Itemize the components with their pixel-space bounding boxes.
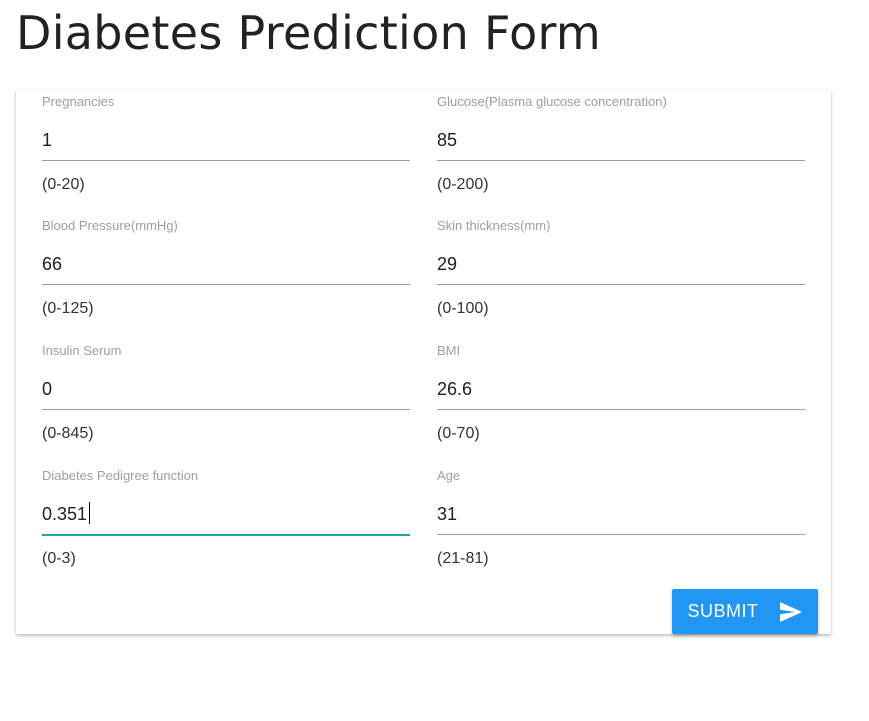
- page-title: Diabetes Prediction Form: [16, 6, 602, 60]
- skin-thickness-range-hint: (0-100): [437, 300, 489, 317]
- age-input[interactable]: [437, 494, 805, 535]
- glucose-range-hint: (0-200): [437, 176, 489, 193]
- blood-pressure-label: Blood Pressure(mmHg): [42, 218, 178, 233]
- bmi-input[interactable]: [437, 369, 805, 410]
- field-age: Age (21-81): [437, 464, 805, 582]
- text-cursor: [89, 502, 90, 524]
- insulin-serum-label: Insulin Serum: [42, 343, 122, 358]
- field-pregnancies: Pregnancies (0-20): [42, 90, 410, 208]
- skin-thickness-label: Skin thickness(mm): [437, 218, 551, 233]
- field-bmi: BMI (0-70): [437, 339, 805, 457]
- diabetes-pedigree-label: Diabetes Pedigree function: [42, 468, 199, 483]
- age-label: Age: [437, 468, 461, 483]
- prediction-form-card: Pregnancies (0-20) Glucose(Plasma glucos…: [16, 90, 831, 634]
- field-diabetes-pedigree: Diabetes Pedigree function (0-3): [42, 464, 410, 582]
- pregnancies-range-hint: (0-20): [42, 176, 85, 193]
- skin-thickness-input[interactable]: [437, 244, 805, 285]
- bmi-range-hint: (0-70): [437, 425, 480, 442]
- field-glucose: Glucose(Plasma glucose concentration) (0…: [437, 90, 805, 208]
- glucose-label: Glucose(Plasma glucose concentration): [437, 94, 667, 109]
- field-blood-pressure: Blood Pressure(mmHg) (0-125): [42, 214, 410, 332]
- insulin-serum-range-hint: (0-845): [42, 425, 94, 442]
- field-skin-thickness: Skin thickness(mm) (0-100): [437, 214, 805, 332]
- submit-label: SUBMIT: [687, 601, 759, 621]
- bmi-label: BMI: [437, 343, 461, 358]
- pregnancies-input[interactable]: [42, 120, 410, 161]
- glucose-input[interactable]: [437, 120, 805, 161]
- send-icon: [779, 601, 803, 623]
- pregnancies-label: Pregnancies: [42, 94, 115, 109]
- diabetes-pedigree-range-hint: (0-3): [42, 550, 76, 567]
- insulin-serum-input[interactable]: [42, 369, 410, 410]
- blood-pressure-range-hint: (0-125): [42, 300, 94, 317]
- blood-pressure-input[interactable]: [42, 244, 410, 285]
- age-range-hint: (21-81): [437, 550, 489, 567]
- submit-button[interactable]: SUBMIT: [672, 589, 818, 634]
- diabetes-pedigree-input[interactable]: [42, 494, 410, 536]
- field-insulin-serum: Insulin Serum (0-845): [42, 339, 410, 457]
